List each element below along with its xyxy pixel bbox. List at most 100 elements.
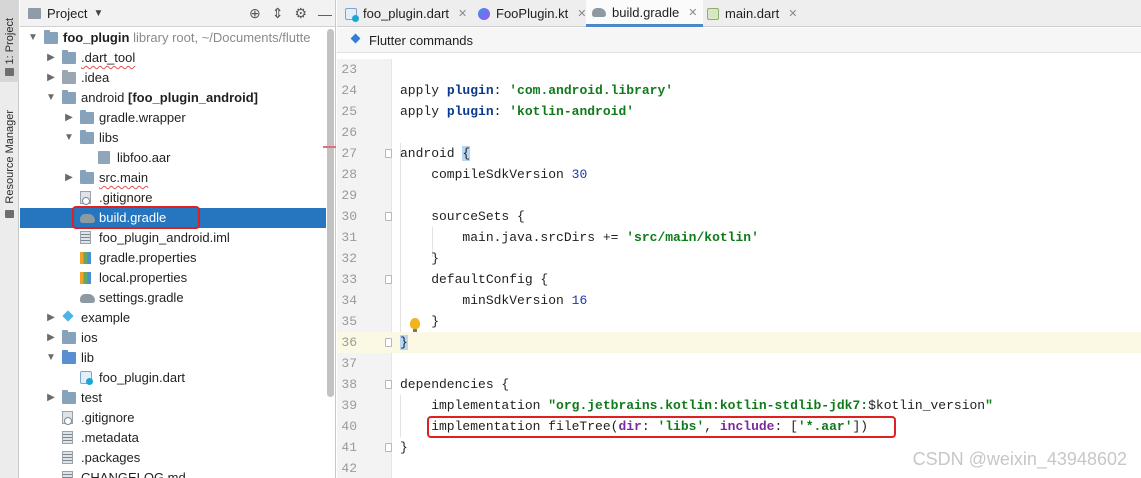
tree-scrollbar[interactable] (327, 29, 334, 397)
expand-arrow-closed-icon[interactable]: ▶ (46, 308, 56, 328)
code-token: $kotlin_version (868, 398, 986, 413)
expand-arrow-closed-icon[interactable]: ▶ (64, 108, 74, 128)
tree-item-label: .gitignore (81, 408, 134, 428)
fold-marker-icon[interactable] (385, 275, 392, 284)
tree-item-name: .dart_tool (81, 50, 136, 65)
close-icon[interactable]: ✕ (688, 6, 697, 19)
fold-marker-icon[interactable] (385, 443, 392, 452)
code-line[interactable]: 33 defaultConfig { (337, 269, 1141, 290)
crosshair-icon[interactable]: ⊕ (249, 5, 261, 22)
close-icon[interactable]: ✕ (458, 7, 467, 20)
tree-item[interactable]: foo_plugin_android.iml (20, 228, 326, 248)
code-token: apply (400, 104, 447, 119)
gear-icon[interactable]: ⚙ (294, 5, 307, 22)
code-token: : (493, 83, 510, 98)
code-line[interactable]: 28 compileSdkVersion 30 (337, 164, 1141, 185)
code-line[interactable]: 27 android { (337, 143, 1141, 164)
tree-item[interactable]: ▼ foo_plugin library root, ~/Documents/fl… (20, 28, 326, 48)
lightbulb-icon[interactable] (410, 318, 420, 332)
tree-item[interactable]: ▼ lib (20, 348, 326, 368)
code-token: { (462, 146, 471, 161)
tree-item[interactable]: settings.gradle (20, 288, 326, 308)
code-line[interactable]: 38 dependencies { (337, 374, 1141, 395)
code-token: android (400, 146, 463, 161)
expand-arrow-closed-icon[interactable]: ▶ (46, 328, 56, 348)
editor-tabs: foo_plugin.dart ✕ FooPlugin.kt ✕ build.g… (337, 0, 1141, 27)
code-line[interactable]: 36} (337, 332, 1141, 353)
tree-item[interactable]: ▶ src.main (20, 168, 326, 188)
expand-arrow-closed-icon[interactable]: ▶ (46, 68, 56, 88)
code-line[interactable]: 29 (337, 185, 1141, 206)
expand-arrow-open-icon[interactable]: ▼ (64, 128, 74, 148)
code-area[interactable]: 23 24 apply plugin: 'com.android.library' 2… (337, 59, 1141, 478)
tree-item[interactable]: ▶ .idea (20, 68, 326, 88)
fold-marker-icon[interactable] (385, 149, 392, 158)
tree-item[interactable]: local.properties (20, 268, 326, 288)
code-text: main.java.srcDirs += 'src/main/kotlin' (400, 227, 759, 248)
expand-arrow-open-icon[interactable]: ▼ (28, 28, 38, 48)
archive-file-icon (98, 151, 110, 164)
expand-arrow-open-icon[interactable]: ▼ (46, 348, 56, 368)
expand-arrow-closed-icon[interactable]: ▶ (46, 388, 56, 408)
code-line[interactable]: 32 } (337, 248, 1141, 269)
expand-arrow-open-icon[interactable]: ▼ (46, 88, 56, 108)
tab-main-dart[interactable]: main.dart ✕ (707, 0, 797, 27)
code-line[interactable]: 31 main.java.srcDirs += 'src/main/kotlin… (337, 227, 1141, 248)
tree-item-label: libfoo.aar (117, 148, 170, 168)
close-icon[interactable]: ✕ (788, 7, 797, 20)
flutter-commands-bar[interactable]: Flutter commands (337, 28, 1141, 53)
code-line[interactable]: 39 implementation "org.jetbrains.kotlin:… (337, 395, 1141, 416)
tree-item-suffix: library root, ~/Documents/flutte (133, 30, 311, 45)
folder-icon (80, 110, 94, 124)
tree-item[interactable]: libfoo.aar (20, 148, 326, 168)
code-token: 'com.android.library' (509, 83, 674, 98)
code-line[interactable]: 24 apply plugin: 'com.android.library' (337, 80, 1141, 101)
tree-item[interactable]: ▶ .dart_tool (20, 48, 326, 68)
tree-item[interactable]: ▶ ios (20, 328, 326, 348)
line-number: 29 (341, 188, 357, 203)
resource-manager-tab[interactable]: Resource Manager (0, 92, 19, 222)
properties-file-icon (80, 252, 91, 264)
tree-item[interactable]: gradle.properties (20, 248, 326, 268)
project-view-selector[interactable]: Project (47, 6, 87, 21)
code-token: implementation (400, 398, 549, 413)
folder-icon (44, 30, 58, 44)
tree-item[interactable]: ▶ test (20, 388, 326, 408)
project-tree[interactable]: ▼ foo_plugin library root, ~/Documents/fl… (20, 28, 326, 478)
text-file-icon (80, 231, 91, 244)
tab-build-gradle[interactable]: build.gradle ✕ (586, 0, 704, 27)
code-line[interactable]: 34 minSdkVersion 16 (337, 290, 1141, 311)
gitignore-file-icon (62, 411, 73, 425)
tree-item[interactable]: ▼ android [foo_plugin_android] (20, 88, 326, 108)
code-token: minSdkVersion (400, 293, 572, 308)
code-line[interactable]: 23 (337, 59, 1141, 80)
project-tool-tab[interactable]: 1: Project (0, 0, 19, 82)
tree-item[interactable]: CHANGELOG.md (20, 468, 326, 478)
expand-arrow-closed-icon[interactable]: ▶ (64, 168, 74, 188)
tree-item[interactable]: .packages (20, 448, 326, 468)
code-line[interactable]: 35 } (337, 311, 1141, 332)
tree-item[interactable]: ▶ gradle.wrapper (20, 108, 326, 128)
code-line[interactable]: 26 (337, 122, 1141, 143)
tree-item[interactable]: .metadata (20, 428, 326, 448)
tree-item[interactable]: ▼ libs (20, 128, 326, 148)
code-line[interactable]: 25 apply plugin: 'kotlin-android' (337, 101, 1141, 122)
tab-fooplugin-kt[interactable]: FooPlugin.kt ✕ (478, 0, 586, 27)
fold-marker-icon[interactable] (385, 380, 392, 389)
collapse-icon[interactable]: ⇕ (272, 5, 284, 22)
line-number: 30 (341, 209, 357, 224)
tree-item[interactable]: .gitignore (20, 188, 326, 208)
expand-arrow-closed-icon[interactable]: ▶ (46, 48, 56, 68)
tree-item[interactable]: foo_plugin.dart (20, 368, 326, 388)
fold-marker-icon[interactable] (385, 338, 392, 347)
code-line[interactable]: 37 (337, 353, 1141, 374)
code-token: 'src/main/kotlin' (626, 230, 759, 245)
fold-marker-icon[interactable] (385, 212, 392, 221)
tab-foo-plugin-dart[interactable]: foo_plugin.dart ✕ (345, 0, 467, 27)
tree-item[interactable]: ▶ example (20, 308, 326, 328)
tree-item-label: .gitignore (99, 188, 152, 208)
tree-item[interactable]: .gitignore (20, 408, 326, 428)
code-line[interactable]: 30 sourceSets { (337, 206, 1141, 227)
minimize-icon[interactable]: — (318, 6, 332, 22)
chevron-down-icon[interactable]: ▼ (93, 8, 103, 19)
